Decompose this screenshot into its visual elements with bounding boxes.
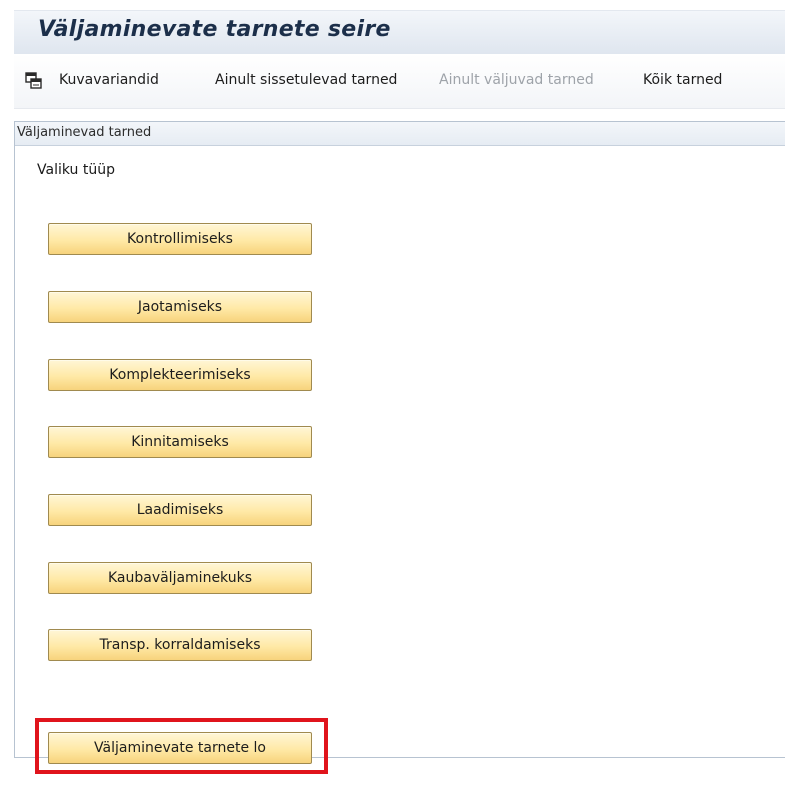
toolbar-item-all-deliveries[interactable]: Kõik tarned [643,72,722,88]
selection-type-label: Valiku tüüp [37,162,115,178]
panel-header-title: Väljaminevad tarned [17,125,152,140]
toolbar-item-display-variants[interactable]: Kuvavariandid [59,72,159,88]
toolbar-item-outgoing-only: Ainult väljuvad tarned [439,72,594,88]
layout-variant-icon[interactable] [24,71,44,91]
application-toolbar: Kuvavariandid Ainult sissetulevad tarned… [14,54,785,109]
page-title: Väljaminevate tarnete seire [38,17,391,42]
for-goods-issue-button[interactable]: Kaubaväljaminekuks [48,562,312,594]
for-loading-button[interactable]: Laadimiseks [48,494,312,526]
for-confirmation-button[interactable]: Kinnitamiseks [48,426,312,458]
panel-header: Väljaminevad tarned [15,122,785,146]
for-transport-planning-button[interactable]: Transp. korraldamiseks [48,629,312,661]
title-bar: Väljaminevate tarnete seire [14,10,785,54]
outbound-deliveries-panel: Väljaminevad tarned Valiku tüüp Kontroll… [14,121,785,764]
for-distribution-button[interactable]: Jaotamiseks [48,291,312,323]
outbound-deliveries-list-button[interactable]: Väljaminevate tarnete lo [48,732,312,764]
for-checking-button[interactable]: Kontrollimiseks [48,223,312,255]
for-picking-button[interactable]: Komplekteerimiseks [48,359,312,391]
toolbar-item-incoming-only[interactable]: Ainult sissetulevad tarned [215,72,397,88]
window-left-edge [0,0,14,785]
